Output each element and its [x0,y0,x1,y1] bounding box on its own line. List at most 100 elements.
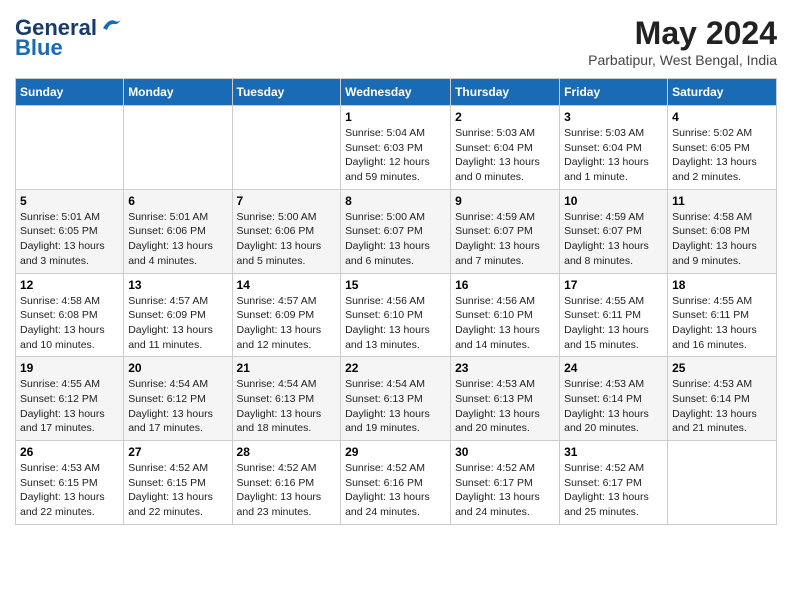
logo-blue: Blue [15,35,63,61]
day-number: 1 [345,110,446,124]
day-info: Sunrise: 5:02 AM Sunset: 6:05 PM Dayligh… [672,126,772,185]
day-info: Sunrise: 5:03 AM Sunset: 6:04 PM Dayligh… [455,126,555,185]
day-number: 14 [237,278,337,292]
calendar-week-row: 26 Sunrise: 4:53 AM Sunset: 6:15 PM Dayli… [16,441,777,525]
title-area: May 2024 Parbatipur, West Bengal, India [588,15,777,68]
day-info: Sunrise: 4:56 AM Sunset: 6:10 PM Dayligh… [345,294,446,353]
day-info: Sunrise: 4:54 AM Sunset: 6:13 PM Dayligh… [345,377,446,436]
page-header: General Blue May 2024 Parbatipur, West B… [15,15,777,68]
calendar-cell: 8 Sunrise: 5:00 AM Sunset: 6:07 PM Daylig… [341,189,451,273]
calendar-week-row: 19 Sunrise: 4:55 AM Sunset: 6:12 PM Dayli… [16,357,777,441]
day-info: Sunrise: 4:55 AM Sunset: 6:12 PM Dayligh… [20,377,119,436]
calendar-cell: 26 Sunrise: 4:53 AM Sunset: 6:15 PM Dayli… [16,441,124,525]
day-number: 27 [128,445,227,459]
calendar-cell: 29 Sunrise: 4:52 AM Sunset: 6:16 PM Dayli… [341,441,451,525]
calendar-cell: 16 Sunrise: 4:56 AM Sunset: 6:10 PM Dayli… [451,273,560,357]
calendar-cell: 6Sunrise: 5:01 AM Sunset: 6:06 PM Daylig… [124,189,232,273]
calendar-cell: 11 Sunrise: 4:58 AM Sunset: 6:08 PM Dayli… [668,189,777,273]
day-number: 13 [128,278,227,292]
column-header-sunday: Sunday [16,79,124,106]
calendar-week-row: 1 Sunrise: 5:04 AM Sunset: 6:03 PM Daylig… [16,106,777,190]
calendar-cell: 2Sunrise: 5:03 AM Sunset: 6:04 PM Daylig… [451,106,560,190]
day-info: Sunrise: 4:54 AM Sunset: 6:13 PM Dayligh… [237,377,337,436]
day-info: Sunrise: 4:56 AM Sunset: 6:10 PM Dayligh… [455,294,555,353]
day-number: 16 [455,278,555,292]
day-info: Sunrise: 4:52 AM Sunset: 6:15 PM Dayligh… [128,461,227,520]
day-info: Sunrise: 4:53 AM Sunset: 6:13 PM Dayligh… [455,377,555,436]
day-info: Sunrise: 5:03 AM Sunset: 6:04 PM Dayligh… [564,126,663,185]
column-header-tuesday: Tuesday [232,79,341,106]
calendar-cell: 25 Sunrise: 4:53 AM Sunset: 6:14 PM Dayli… [668,357,777,441]
day-number: 11 [672,194,772,208]
day-info: Sunrise: 5:00 AM Sunset: 6:06 PM Dayligh… [237,210,337,269]
calendar-cell: 3 Sunrise: 5:03 AM Sunset: 6:04 PM Daylig… [560,106,668,190]
logo: General Blue [15,15,123,61]
calendar-cell: 14 Sunrise: 4:57 AM Sunset: 6:09 PM Dayli… [232,273,341,357]
logo-bird-icon [101,16,123,32]
column-header-thursday: Thursday [451,79,560,106]
day-number: 3 [564,110,663,124]
calendar-cell [232,106,341,190]
calendar-cell: 5 Sunrise: 5:01 AM Sunset: 6:05 PM Daylig… [16,189,124,273]
day-info: Sunrise: 4:53 AM Sunset: 6:14 PM Dayligh… [672,377,772,436]
calendar-cell [124,106,232,190]
day-info: Sunrise: 4:52 AM Sunset: 6:16 PM Dayligh… [237,461,337,520]
day-number: 28 [237,445,337,459]
calendar-cell: 13Sunrise: 4:57 AM Sunset: 6:09 PM Dayli… [124,273,232,357]
calendar-cell [668,441,777,525]
calendar-week-row: 5 Sunrise: 5:01 AM Sunset: 6:05 PM Daylig… [16,189,777,273]
calendar-cell: 27 Sunrise: 4:52 AM Sunset: 6:15 PM Dayli… [124,441,232,525]
day-info: Sunrise: 4:53 AM Sunset: 6:15 PM Dayligh… [20,461,119,520]
day-number: 29 [345,445,446,459]
calendar-cell: 10Sunrise: 4:59 AM Sunset: 6:07 PM Dayli… [560,189,668,273]
day-number: 17 [564,278,663,292]
calendar-cell: 28 Sunrise: 4:52 AM Sunset: 6:16 PM Dayli… [232,441,341,525]
day-number: 8 [345,194,446,208]
calendar-cell: 7 Sunrise: 5:00 AM Sunset: 6:06 PM Daylig… [232,189,341,273]
day-info: Sunrise: 4:58 AM Sunset: 6:08 PM Dayligh… [672,210,772,269]
day-number: 22 [345,361,446,375]
calendar-cell: 12 Sunrise: 4:58 AM Sunset: 6:08 PM Dayli… [16,273,124,357]
day-info: Sunrise: 5:01 AM Sunset: 6:05 PM Dayligh… [20,210,119,269]
day-info: Sunrise: 4:52 AM Sunset: 6:17 PM Dayligh… [455,461,555,520]
calendar-cell: 15 Sunrise: 4:56 AM Sunset: 6:10 PM Dayli… [341,273,451,357]
calendar-cell [16,106,124,190]
location: Parbatipur, West Bengal, India [588,52,777,68]
calendar-cell: 20Sunrise: 4:54 AM Sunset: 6:12 PM Dayli… [124,357,232,441]
column-header-wednesday: Wednesday [341,79,451,106]
day-info: Sunrise: 5:00 AM Sunset: 6:07 PM Dayligh… [345,210,446,269]
day-info: Sunrise: 4:58 AM Sunset: 6:08 PM Dayligh… [20,294,119,353]
day-number: 7 [237,194,337,208]
calendar-cell: 4Sunrise: 5:02 AM Sunset: 6:05 PM Daylig… [668,106,777,190]
calendar-cell: 24Sunrise: 4:53 AM Sunset: 6:14 PM Dayli… [560,357,668,441]
day-info: Sunrise: 4:57 AM Sunset: 6:09 PM Dayligh… [237,294,337,353]
day-info: Sunrise: 4:55 AM Sunset: 6:11 PM Dayligh… [672,294,772,353]
day-number: 26 [20,445,119,459]
calendar-cell: 18Sunrise: 4:55 AM Sunset: 6:11 PM Dayli… [668,273,777,357]
day-number: 9 [455,194,555,208]
calendar-table: SundayMondayTuesdayWednesdayThursdayFrid… [15,78,777,525]
day-number: 5 [20,194,119,208]
day-number: 25 [672,361,772,375]
calendar-cell: 1 Sunrise: 5:04 AM Sunset: 6:03 PM Daylig… [341,106,451,190]
day-number: 21 [237,361,337,375]
day-number: 6 [128,194,227,208]
calendar-cell: 17Sunrise: 4:55 AM Sunset: 6:11 PM Dayli… [560,273,668,357]
calendar-cell: 19 Sunrise: 4:55 AM Sunset: 6:12 PM Dayli… [16,357,124,441]
calendar-header-row: SundayMondayTuesdayWednesdayThursdayFrid… [16,79,777,106]
day-number: 30 [455,445,555,459]
calendar-cell: 21 Sunrise: 4:54 AM Sunset: 6:13 PM Dayli… [232,357,341,441]
calendar-cell: 30 Sunrise: 4:52 AM Sunset: 6:17 PM Dayli… [451,441,560,525]
calendar-cell: 23Sunrise: 4:53 AM Sunset: 6:13 PM Dayli… [451,357,560,441]
day-info: Sunrise: 4:59 AM Sunset: 6:07 PM Dayligh… [564,210,663,269]
day-info: Sunrise: 5:04 AM Sunset: 6:03 PM Dayligh… [345,126,446,185]
calendar-week-row: 12 Sunrise: 4:58 AM Sunset: 6:08 PM Dayli… [16,273,777,357]
day-number: 12 [20,278,119,292]
day-number: 15 [345,278,446,292]
day-info: Sunrise: 4:54 AM Sunset: 6:12 PM Dayligh… [128,377,227,436]
day-info: Sunrise: 4:52 AM Sunset: 6:17 PM Dayligh… [564,461,663,520]
calendar-cell: 31Sunrise: 4:52 AM Sunset: 6:17 PM Dayli… [560,441,668,525]
column-header-saturday: Saturday [668,79,777,106]
day-info: Sunrise: 4:52 AM Sunset: 6:16 PM Dayligh… [345,461,446,520]
day-number: 19 [20,361,119,375]
